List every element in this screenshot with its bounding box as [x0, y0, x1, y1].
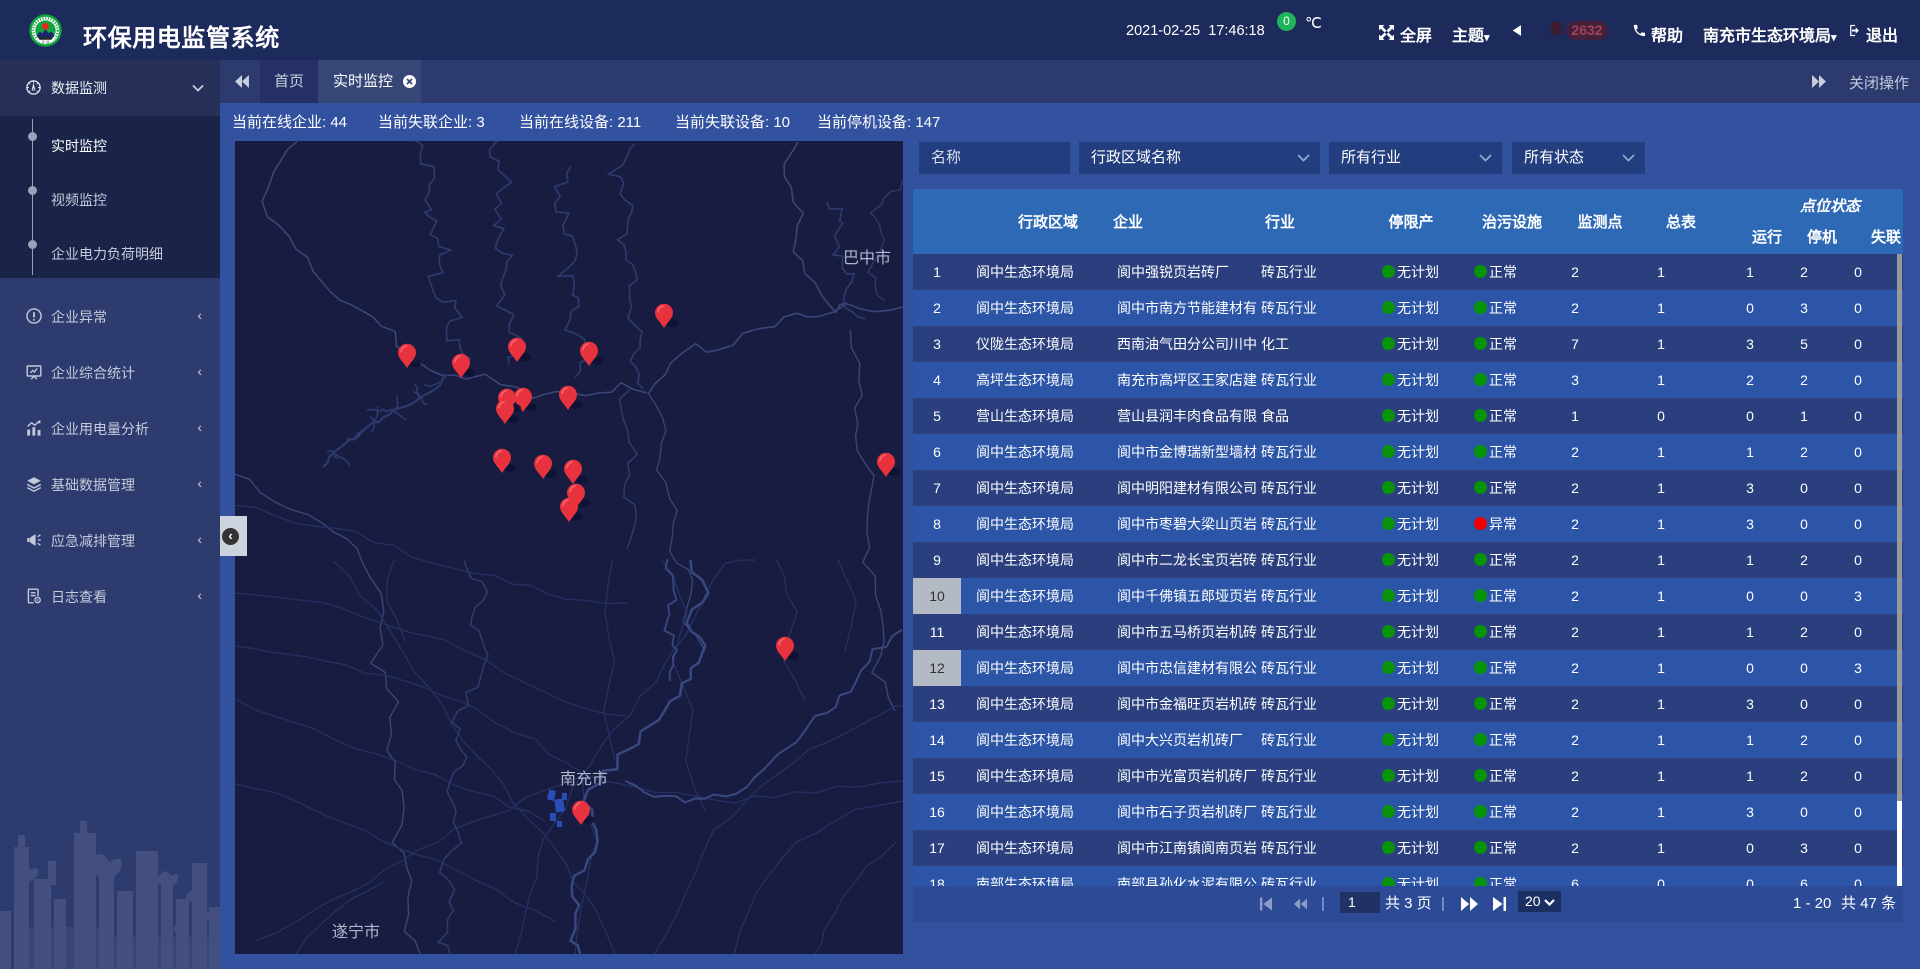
svg-text:环 保: 环 保: [42, 40, 50, 45]
